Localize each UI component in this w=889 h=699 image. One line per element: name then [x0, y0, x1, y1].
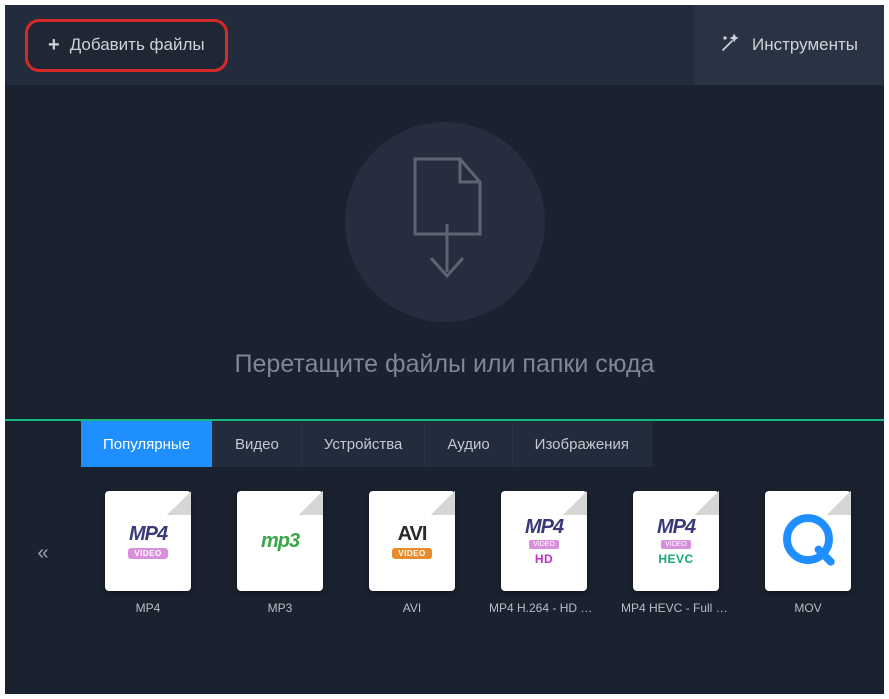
format-subtag: HD: [529, 551, 559, 567]
magic-wand-icon: [720, 33, 740, 58]
format-title: AVI: [398, 523, 427, 546]
format-card-mp3[interactable]: mp3 MP3: [223, 491, 337, 615]
tab-label: Аудио: [447, 436, 489, 453]
format-file-icon: MP4 VIDEO HEVC: [633, 491, 719, 591]
format-card-mov[interactable]: MOV: [751, 491, 865, 615]
tab-devices[interactable]: Устройства: [302, 421, 425, 467]
quicktime-icon: [780, 511, 836, 572]
tab-label: Изображения: [535, 436, 629, 453]
format-label: MP4 HEVC - Full HD 1...: [621, 601, 731, 615]
format-label: MP3: [225, 601, 335, 615]
format-subtag: VIDEO: [392, 548, 431, 559]
format-file-icon: AVI VIDEO: [369, 491, 455, 591]
format-file-icon: MP4 VIDEO HD: [501, 491, 587, 591]
drop-zone[interactable]: Перетащите файлы или папки сюда: [35, 85, 854, 415]
format-label: AVI: [357, 601, 467, 615]
format-card-mp4-hd[interactable]: MP4 VIDEO HD MP4 H.264 - HD 720p: [487, 491, 601, 615]
format-label: MP4: [93, 601, 203, 615]
tab-popular[interactable]: Популярные: [81, 421, 213, 467]
format-subtag: HEVC: [652, 551, 699, 567]
add-files-button[interactable]: + Добавить файлы: [25, 19, 228, 72]
toolbar: + Добавить файлы Инструменты: [5, 5, 884, 85]
plus-icon: +: [48, 34, 60, 57]
format-card-avi[interactable]: AVI VIDEO AVI: [355, 491, 469, 615]
tab-images[interactable]: Изображения: [513, 421, 652, 467]
format-title: mp3: [261, 530, 299, 553]
tools-button[interactable]: Инструменты: [694, 5, 884, 85]
tab-label: Устройства: [324, 436, 402, 453]
file-download-icon: [395, 154, 495, 289]
format-file-icon: MP4 VIDEO: [105, 491, 191, 591]
format-card-mp4-hevc[interactable]: MP4 VIDEO HEVC MP4 HEVC - Full HD 1...: [619, 491, 733, 615]
format-title: MP4: [657, 516, 695, 539]
drop-icon-circle: [345, 122, 545, 322]
video-tag: VIDEO: [661, 540, 691, 549]
format-label: MP4 H.264 - HD 720p: [489, 601, 599, 615]
format-label: MOV: [753, 601, 863, 615]
formats-list: « MP4 VIDEO MP4 mp3 MP3 AVI VIDEO AVI MP…: [5, 467, 884, 623]
add-files-label: Добавить файлы: [70, 35, 205, 55]
format-subtag: VIDEO: [128, 548, 167, 559]
format-file-icon: [765, 491, 851, 591]
format-title: MP4: [525, 516, 563, 539]
format-file-icon: mp3: [237, 491, 323, 591]
drop-zone-text: Перетащите файлы или папки сюда: [235, 350, 655, 379]
format-title: MP4: [129, 523, 167, 546]
tab-video[interactable]: Видео: [213, 421, 302, 467]
format-card-mp4[interactable]: MP4 VIDEO MP4: [91, 491, 205, 615]
video-tag: VIDEO: [529, 540, 559, 549]
tab-audio[interactable]: Аудио: [425, 421, 512, 467]
tab-label: Популярные: [103, 436, 190, 453]
tools-label: Инструменты: [752, 35, 858, 55]
format-tabs: Популярные Видео Устройства Аудио Изобра…: [5, 421, 884, 467]
chevron-left-icon: «: [37, 542, 48, 565]
nav-prev-button[interactable]: «: [13, 483, 73, 623]
tab-label: Видео: [235, 436, 279, 453]
